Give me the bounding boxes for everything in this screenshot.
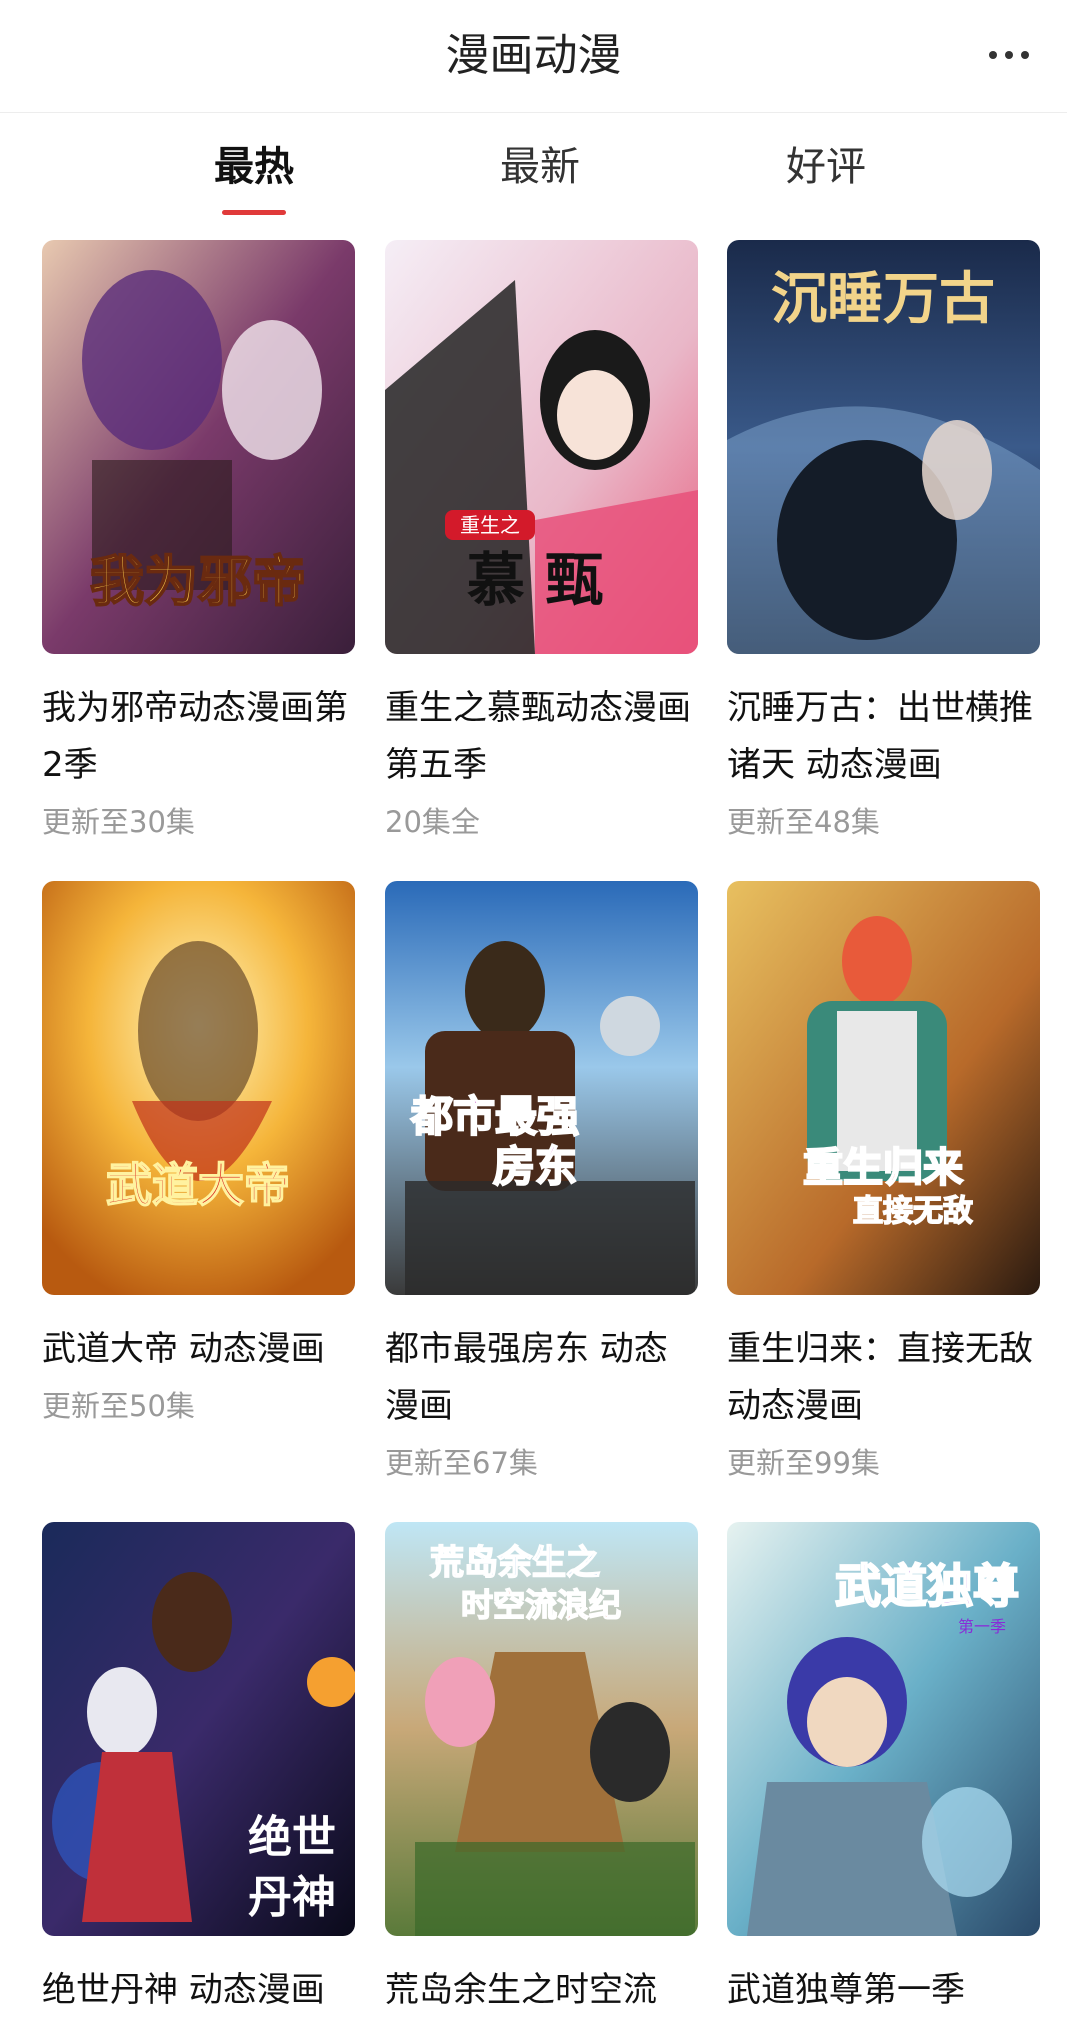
comic-title: 重生归来：直接无敌 动态漫画 [727,1329,1033,1426]
comic-title: 荒岛余生之时空流 [385,1970,657,2010]
comic-card[interactable]: 绝世 丹神 绝世丹神 动态漫画 [42,1522,355,2019]
comic-title: 沉睡万古：出世横推诸天 动态漫画 [727,688,1033,785]
tab-newest[interactable]: 最新 [450,136,630,198]
svg-text:房东: 房东 [493,1142,577,1191]
cover-title-text: 慕 甄 [467,546,603,614]
episode-status: 更新至67集 [385,1446,538,1480]
comic-title: 绝世丹神 动态漫画 [42,1970,325,2010]
comic-card[interactable]: 重生归来 直接无敌 重生归来：直接无敌 动态漫画 更新至99集 [727,881,1040,1485]
comic-cover-image: 都市最强 房东 [385,881,698,1295]
svg-text:第一季: 第一季 [958,1617,1006,1636]
svg-text:荒岛余生之: 荒岛余生之 [430,1543,600,1583]
svg-text:重生之: 重生之 [460,513,520,537]
episode-status: 更新至30集 [42,805,195,839]
comic-cover-image: 重生之 慕 甄 [385,240,698,654]
episode-status: 更新至99集 [727,1446,880,1480]
svg-text:绝世: 绝世 [248,1812,336,1863]
svg-text:丹神: 丹神 [248,1872,336,1923]
svg-text:直接无敌: 直接无敌 [853,1194,973,1229]
comic-title: 都市最强房东 动态漫画 [385,1329,668,1426]
tab-label: 好评 [786,144,866,190]
comic-cover-image: 重生归来 直接无敌 [727,881,1040,1295]
comic-title: 我为邪帝动态漫画第2季 [42,688,348,785]
episode-status: 更新至50集 [42,1389,195,1423]
tab-label: 最热 [214,144,294,190]
cover-title-text: 沉睡万古 [771,266,995,332]
svg-text:重生归来: 重生归来 [803,1144,963,1191]
episode-status: 20集全 [385,805,480,839]
cover-title-text: 武道大帝 [106,1158,290,1212]
tab-label: 最新 [500,144,580,190]
svg-text:都市最强: 都市最强 [410,1092,579,1141]
comic-cover-image: 沉睡万古 [727,240,1040,654]
comic-card[interactable]: 武道大帝 武道大帝 动态漫画 更新至50集 [42,881,355,1428]
comic-cover-image: 绝世 丹神 [42,1522,355,1936]
comic-cover-image: 荒岛余生之 时空流浪纪 [385,1522,698,1936]
comic-title: 武道独尊第一季 [727,1970,965,2010]
comic-card[interactable]: 荒岛余生之 时空流浪纪 荒岛余生之时空流 [385,1522,698,2019]
episode-status: 更新至48集 [727,805,880,839]
app-header: 漫画动漫 [0,0,1067,113]
comic-cover-image: 武道大帝 [42,881,355,1295]
comic-title: 重生之慕甄动态漫画第五季 [385,688,691,785]
svg-text:时空流浪纪: 时空流浪纪 [461,1586,621,1624]
cover-title-text: 我为邪帝 [90,549,306,613]
comic-card[interactable]: 我为邪帝 我为邪帝动态漫画第2季 更新至30集 [42,240,355,844]
more-dots-icon[interactable] [979,30,1039,80]
comic-cover-image: 我为邪帝 [42,240,355,654]
comic-card[interactable]: 重生之 慕 甄 重生之慕甄动态漫画第五季 20集全 [385,240,698,844]
cover-title-text: 武道独尊 [835,1559,1019,1613]
page-title: 漫画动漫 [445,30,622,81]
active-tab-indicator [222,210,286,215]
tab-hottest[interactable]: 最热 [164,136,344,215]
comic-title: 武道大帝 动态漫画 [42,1329,325,1369]
comic-card[interactable]: 都市最强 房东 都市最强房东 动态漫画 更新至67集 [385,881,698,1485]
tab-top-rated[interactable]: 好评 [736,136,916,198]
comic-cover-image: 武道独尊 第一季 [727,1522,1040,1936]
category-tabs: 最热 最新 好评 [0,112,1067,222]
comic-card[interactable]: 沉睡万古 沉睡万古：出世横推诸天 动态漫画 更新至48集 [727,240,1040,844]
comic-card[interactable]: 武道独尊 第一季 武道独尊第一季 [727,1522,1040,2019]
